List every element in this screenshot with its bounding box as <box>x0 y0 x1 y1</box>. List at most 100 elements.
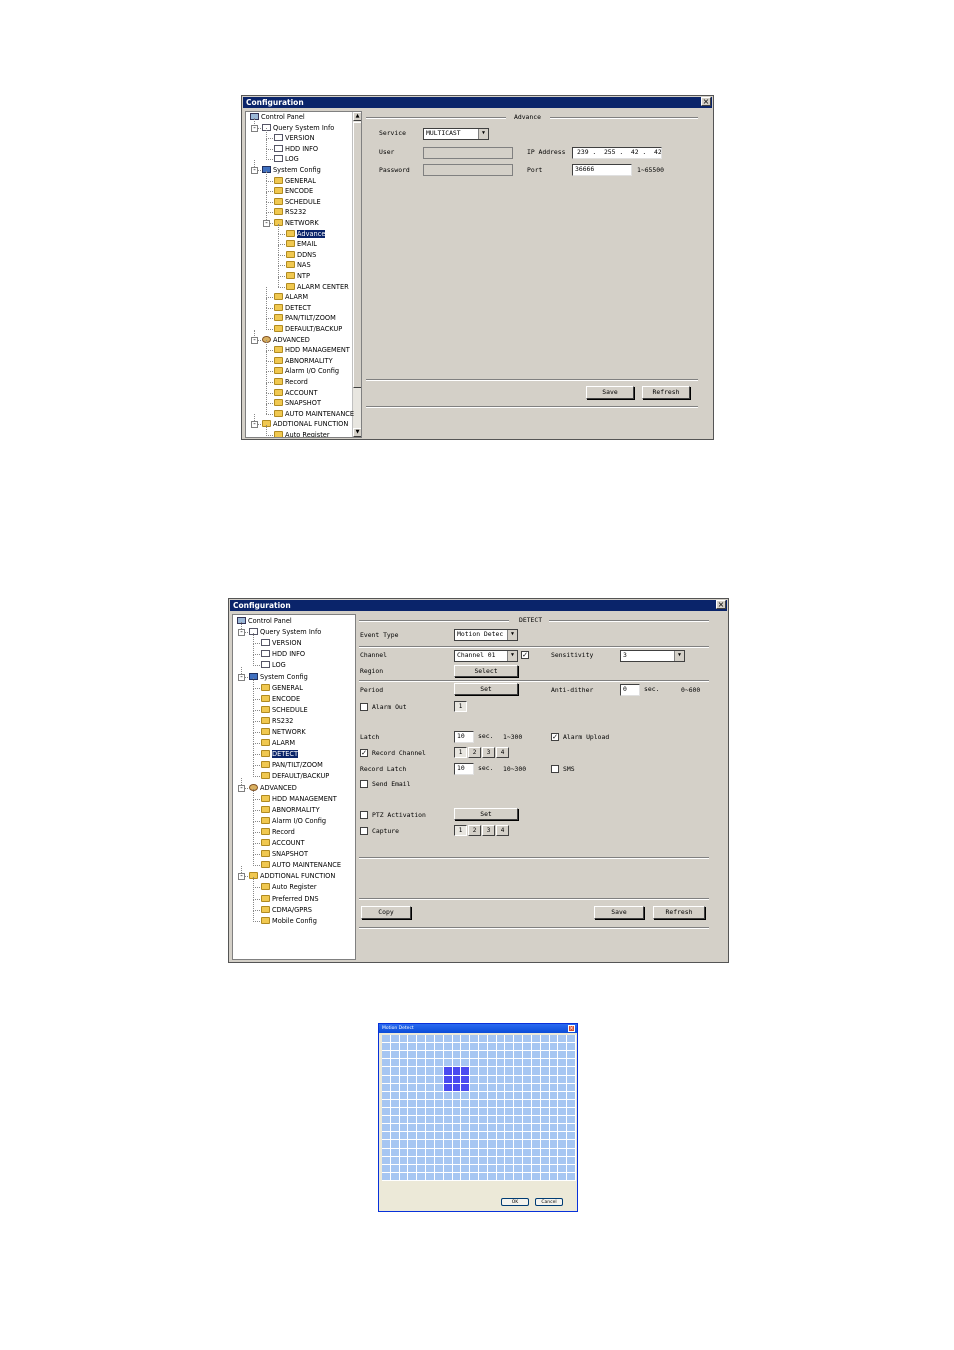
motion-cell[interactable] <box>567 1059 575 1067</box>
capture-channel-2[interactable]: 2 <box>468 825 481 836</box>
motion-cell[interactable] <box>540 1132 549 1140</box>
motion-cell-selected[interactable] <box>443 1075 452 1083</box>
motion-cell[interactable] <box>567 1140 575 1148</box>
motion-cell[interactable] <box>479 1059 487 1067</box>
motion-cell[interactable] <box>408 1035 417 1043</box>
motion-cell[interactable] <box>461 1051 470 1059</box>
motion-cell[interactable] <box>452 1059 461 1067</box>
tree-item-snapshot[interactable]: SNAPSHOT <box>274 398 321 408</box>
tree-item-control-panel[interactable]: Control Panel <box>250 112 305 122</box>
motion-cell[interactable] <box>523 1083 531 1091</box>
motion-region-grid[interactable] <box>382 1035 576 1181</box>
tree-item-snapshot[interactable]: SNAPSHOT <box>261 849 308 859</box>
motion-cell[interactable] <box>514 1035 523 1043</box>
motion-cell[interactable] <box>567 1172 575 1180</box>
motion-cell[interactable] <box>417 1091 426 1099</box>
motion-cell[interactable] <box>496 1099 505 1107</box>
motion-cell[interactable] <box>514 1164 523 1172</box>
motion-cell[interactable] <box>452 1156 461 1164</box>
refresh-button[interactable]: Refresh <box>642 386 690 399</box>
motion-cell[interactable] <box>505 1035 514 1043</box>
tree-item-pan-tilt-zoom[interactable]: PAN/TILT/ZOOM <box>261 760 323 770</box>
tree-item-record[interactable]: Record <box>274 377 308 387</box>
motion-cell[interactable] <box>567 1075 575 1083</box>
motion-cell[interactable] <box>434 1067 443 1075</box>
motion-cell[interactable] <box>417 1067 426 1075</box>
tree-item-hdd-management[interactable]: HDD MANAGEMENT <box>274 345 350 355</box>
motion-cell[interactable] <box>382 1091 390 1099</box>
sensitivity-select[interactable]: 3 ▼ <box>620 650 685 662</box>
tree-item-auto-maintenance[interactable]: AUTO MAINTENANCE <box>261 860 341 870</box>
motion-cell[interactable] <box>505 1140 514 1148</box>
motion-cell[interactable] <box>443 1124 452 1132</box>
motion-cell[interactable] <box>426 1051 434 1059</box>
motion-cell[interactable] <box>558 1140 567 1148</box>
motion-cell[interactable] <box>479 1108 487 1116</box>
motion-cell[interactable] <box>487 1059 496 1067</box>
motion-cell[interactable] <box>523 1043 531 1051</box>
motion-cell[interactable] <box>434 1059 443 1067</box>
motion-cell[interactable] <box>417 1156 426 1164</box>
motion-cell[interactable] <box>417 1035 426 1043</box>
tree-item-system-config[interactable]: System Config <box>262 165 321 175</box>
motion-cell[interactable] <box>531 1035 540 1043</box>
chevron-down-icon[interactable]: ▼ <box>478 129 488 139</box>
motion-cell[interactable] <box>487 1164 496 1172</box>
motion-cell[interactable] <box>505 1164 514 1172</box>
motion-cell[interactable] <box>399 1164 408 1172</box>
motion-cell[interactable] <box>399 1124 408 1132</box>
tree-item-advanced[interactable]: ADVANCED <box>249 783 297 793</box>
motion-cell[interactable] <box>443 1099 452 1107</box>
motion-cell[interactable] <box>479 1067 487 1075</box>
motion-cell[interactable] <box>531 1099 540 1107</box>
motion-cell[interactable] <box>443 1132 452 1140</box>
motion-cell[interactable] <box>567 1156 575 1164</box>
motion-cell[interactable] <box>479 1140 487 1148</box>
motion-cell[interactable] <box>531 1075 540 1083</box>
tree-expand-toggle[interactable]: - <box>238 873 245 881</box>
motion-cell[interactable] <box>390 1172 399 1180</box>
motion-cell[interactable] <box>496 1164 505 1172</box>
motion-cell[interactable] <box>531 1108 540 1116</box>
tree-item-addtional-function[interactable]: ADDTIONAL FUNCTION <box>262 419 348 429</box>
motion-cell[interactable] <box>567 1043 575 1051</box>
motion-cell[interactable] <box>461 1140 470 1148</box>
tree-item-ntp[interactable]: NTP <box>286 271 310 281</box>
motion-cell[interactable] <box>470 1051 478 1059</box>
tree-expand-toggle[interactable]: - <box>251 167 258 174</box>
motion-cell[interactable] <box>549 1108 558 1116</box>
motion-cell[interactable] <box>540 1164 549 1172</box>
motion-cell[interactable] <box>426 1140 434 1148</box>
motion-cell[interactable] <box>434 1124 443 1132</box>
motion-cell[interactable] <box>390 1059 399 1067</box>
ok-button[interactable]: OK <box>501 1198 529 1206</box>
motion-cell[interactable] <box>434 1099 443 1107</box>
motion-cell[interactable] <box>540 1043 549 1051</box>
motion-cell[interactable] <box>434 1172 443 1180</box>
motion-cell[interactable] <box>417 1108 426 1116</box>
motion-cell[interactable] <box>382 1083 390 1091</box>
motion-cell[interactable] <box>452 1140 461 1148</box>
motion-cell[interactable] <box>417 1059 426 1067</box>
tree-item-ddns[interactable]: DDNS <box>286 250 316 260</box>
motion-cell[interactable] <box>540 1148 549 1156</box>
tree-expand-toggle[interactable]: - <box>251 124 258 132</box>
cancel-button[interactable]: Cancel <box>535 1198 563 1206</box>
tree-item-alarm-i-o-config[interactable]: Alarm I/O Config <box>261 816 326 826</box>
motion-cell[interactable] <box>408 1067 417 1075</box>
tree-item-network[interactable]: NETWORK <box>274 218 319 228</box>
motion-cell[interactable] <box>487 1148 496 1156</box>
motion-cell[interactable] <box>434 1035 443 1043</box>
motion-cell[interactable] <box>558 1035 567 1043</box>
motion-cell[interactable] <box>417 1083 426 1091</box>
motion-cell[interactable] <box>452 1116 461 1124</box>
motion-cell[interactable] <box>452 1091 461 1099</box>
motion-cell[interactable] <box>470 1108 478 1116</box>
tree-item-preferred-dns[interactable]: Preferred DNS <box>261 894 319 904</box>
motion-cell[interactable] <box>514 1099 523 1107</box>
tree-item-account[interactable]: ACCOUNT <box>274 388 318 398</box>
motion-cell[interactable] <box>531 1043 540 1051</box>
refresh-button[interactable]: Refresh <box>653 906 705 919</box>
anti-dither-field[interactable]: 0 <box>620 684 640 696</box>
motion-cell[interactable] <box>523 1099 531 1107</box>
